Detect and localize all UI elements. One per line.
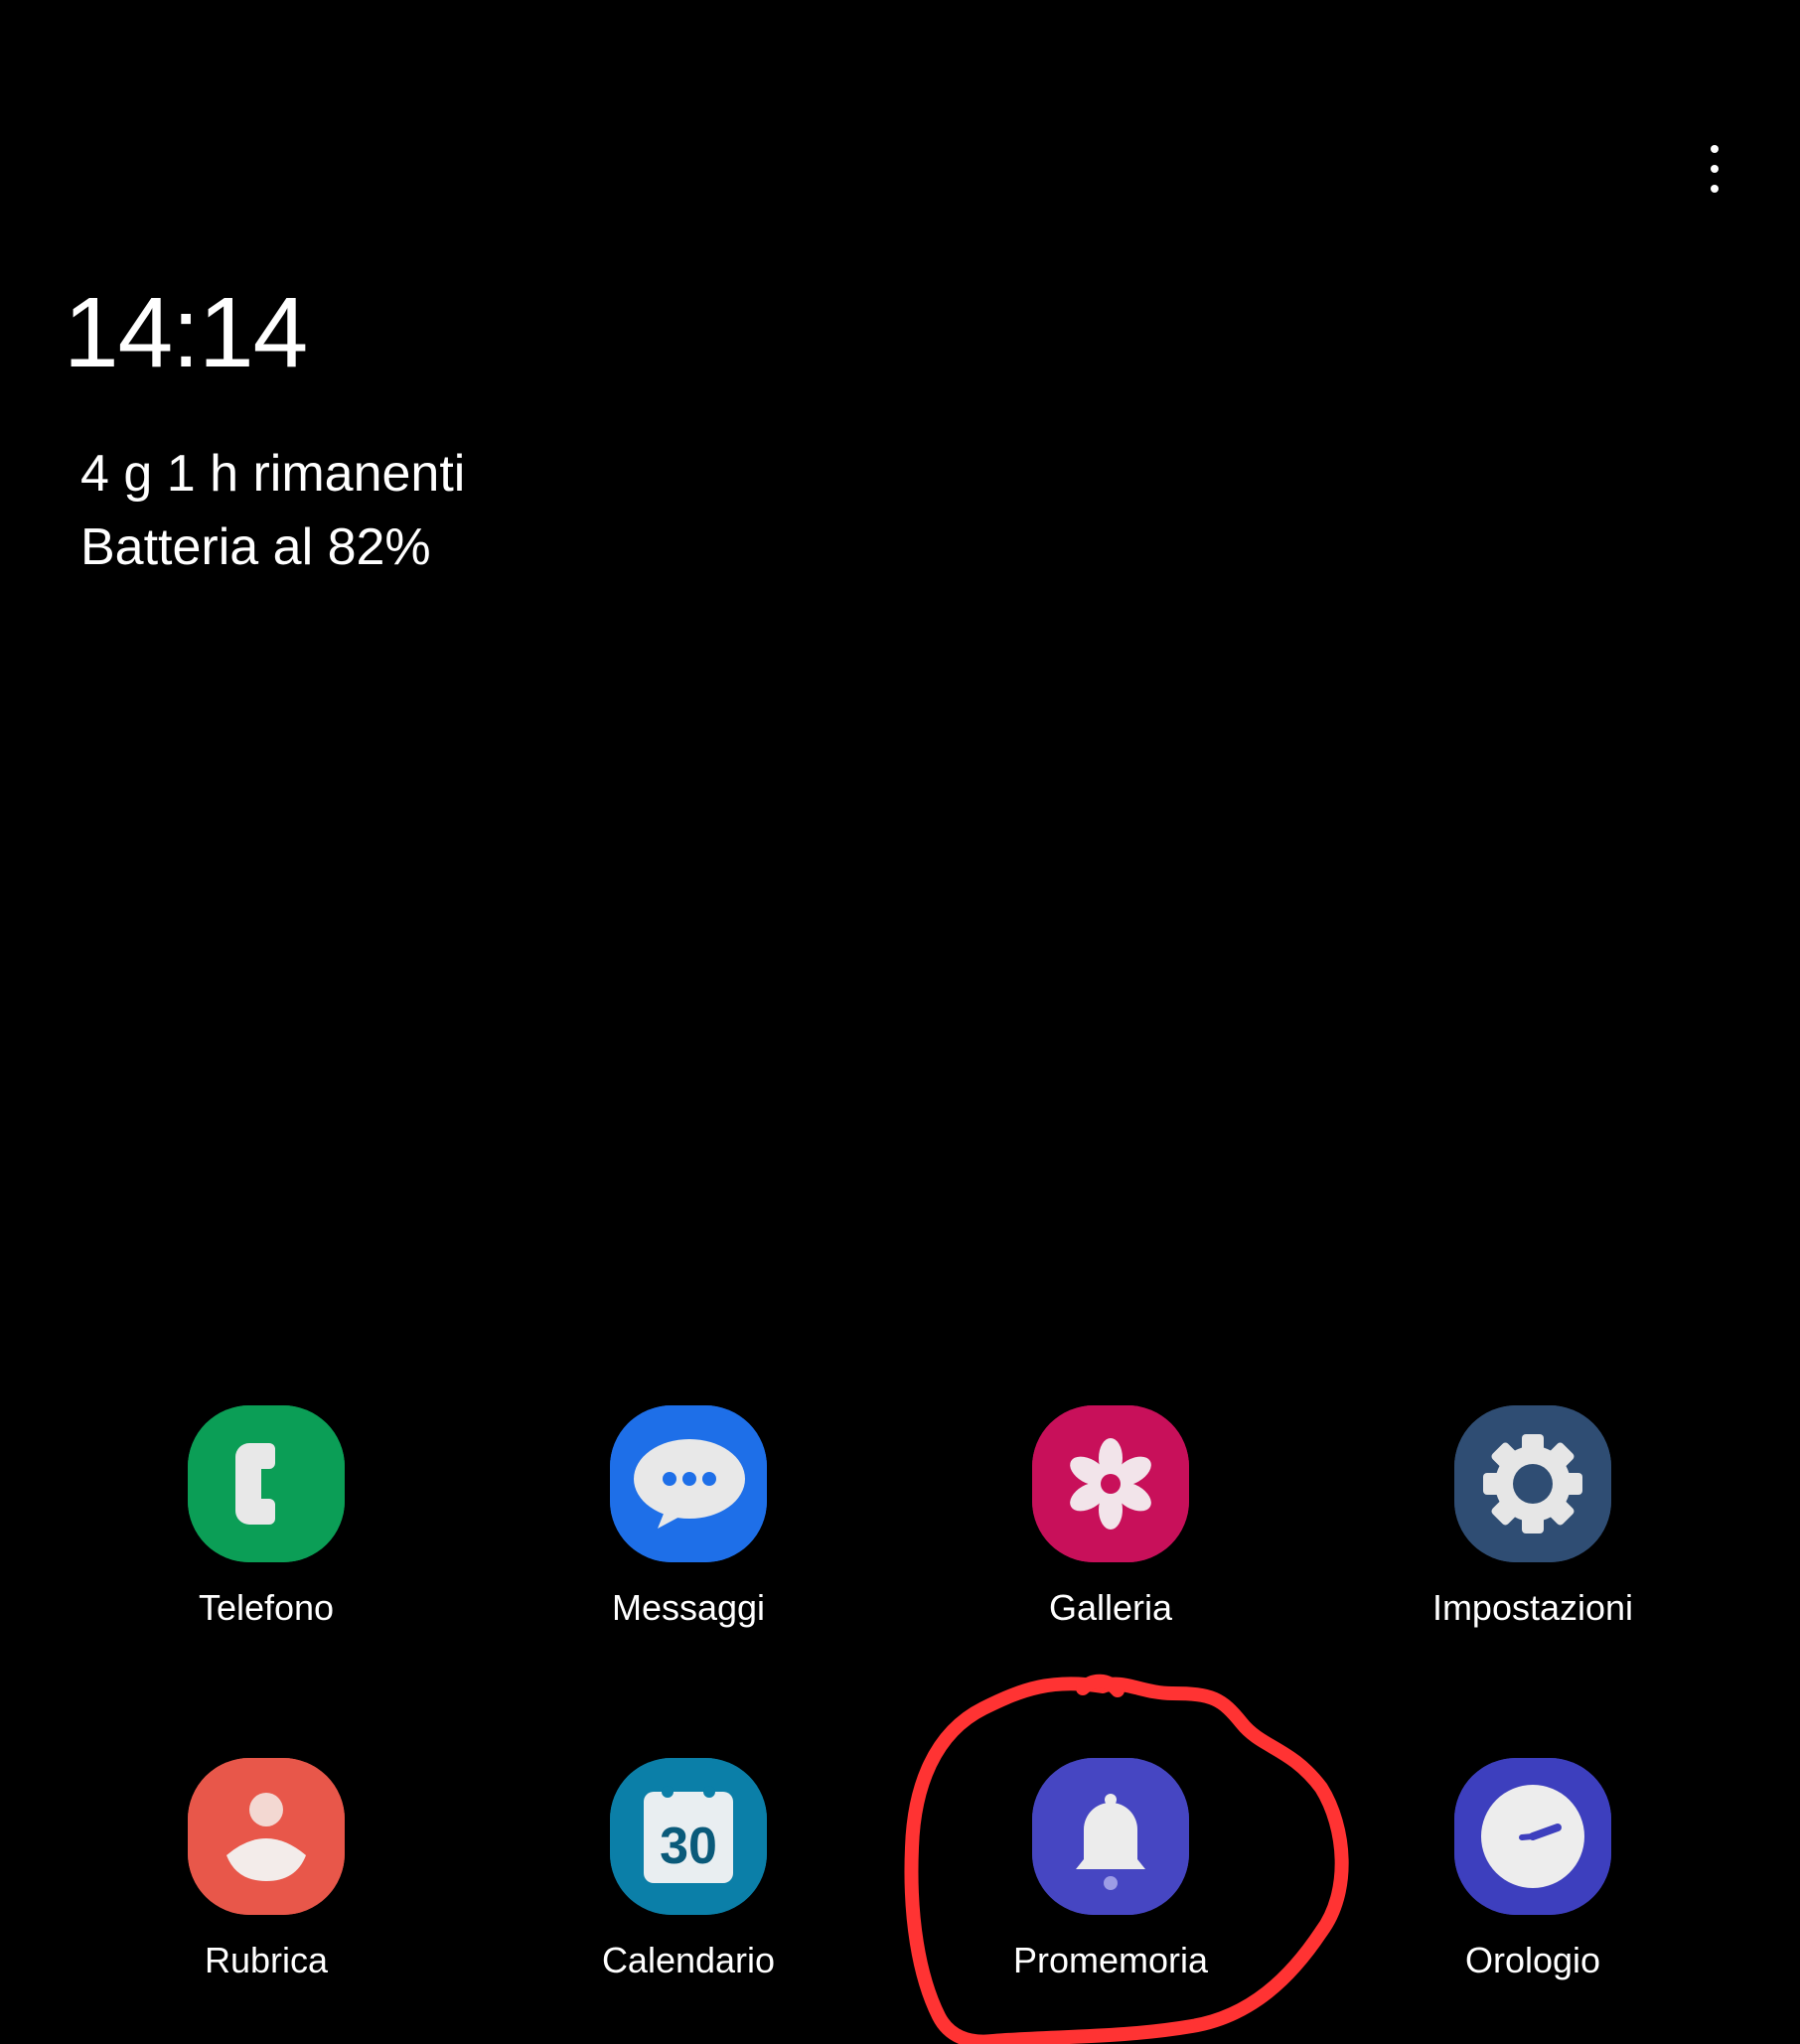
app-orologio[interactable]: Orologio <box>1374 1758 1692 1982</box>
app-label: Telefono <box>198 1587 335 1628</box>
app-telefono[interactable]: Telefono <box>107 1405 425 1630</box>
app-label: Messaggi <box>611 1587 766 1628</box>
message-bubble-icon <box>610 1405 767 1562</box>
phone-icon <box>188 1405 345 1562</box>
app-messaggi[interactable]: Messaggi <box>529 1405 847 1630</box>
more-options-button[interactable] <box>1689 139 1740 199</box>
battery-info: 4 g 1 h rimanenti Batteria al 82% <box>80 437 465 584</box>
app-label: Impostazioni <box>1431 1587 1634 1628</box>
app-label: Calendario <box>601 1940 776 1980</box>
app-impostazioni[interactable]: Impostazioni <box>1374 1405 1692 1630</box>
app-promemoria[interactable]: Promemoria <box>952 1758 1270 1982</box>
app-galleria[interactable]: Galleria <box>952 1405 1270 1630</box>
calendar-icon: 30 <box>610 1758 767 1915</box>
clock-icon <box>1454 1758 1611 1915</box>
gear-icon <box>1454 1405 1611 1562</box>
app-calendario[interactable]: 30 Calendario <box>529 1758 847 1982</box>
more-vert-icon <box>1711 145 1719 153</box>
app-label: Rubrica <box>204 1940 329 1980</box>
flower-icon <box>1032 1405 1189 1562</box>
app-label: Orologio <box>1464 1940 1601 1980</box>
app-label: Galleria <box>1048 1587 1173 1628</box>
bell-icon <box>1032 1758 1189 1915</box>
person-icon <box>188 1758 345 1915</box>
battery-remaining-text: 4 g 1 h rimanenti <box>80 445 466 503</box>
clock-time: 14:14 <box>64 277 308 388</box>
app-label: Promemoria <box>1012 1940 1209 1980</box>
battery-level-text: Batteria al 82% <box>80 518 431 576</box>
app-rubrica[interactable]: Rubrica <box>107 1758 425 1982</box>
calendar-day-number: 30 <box>660 1818 717 1875</box>
